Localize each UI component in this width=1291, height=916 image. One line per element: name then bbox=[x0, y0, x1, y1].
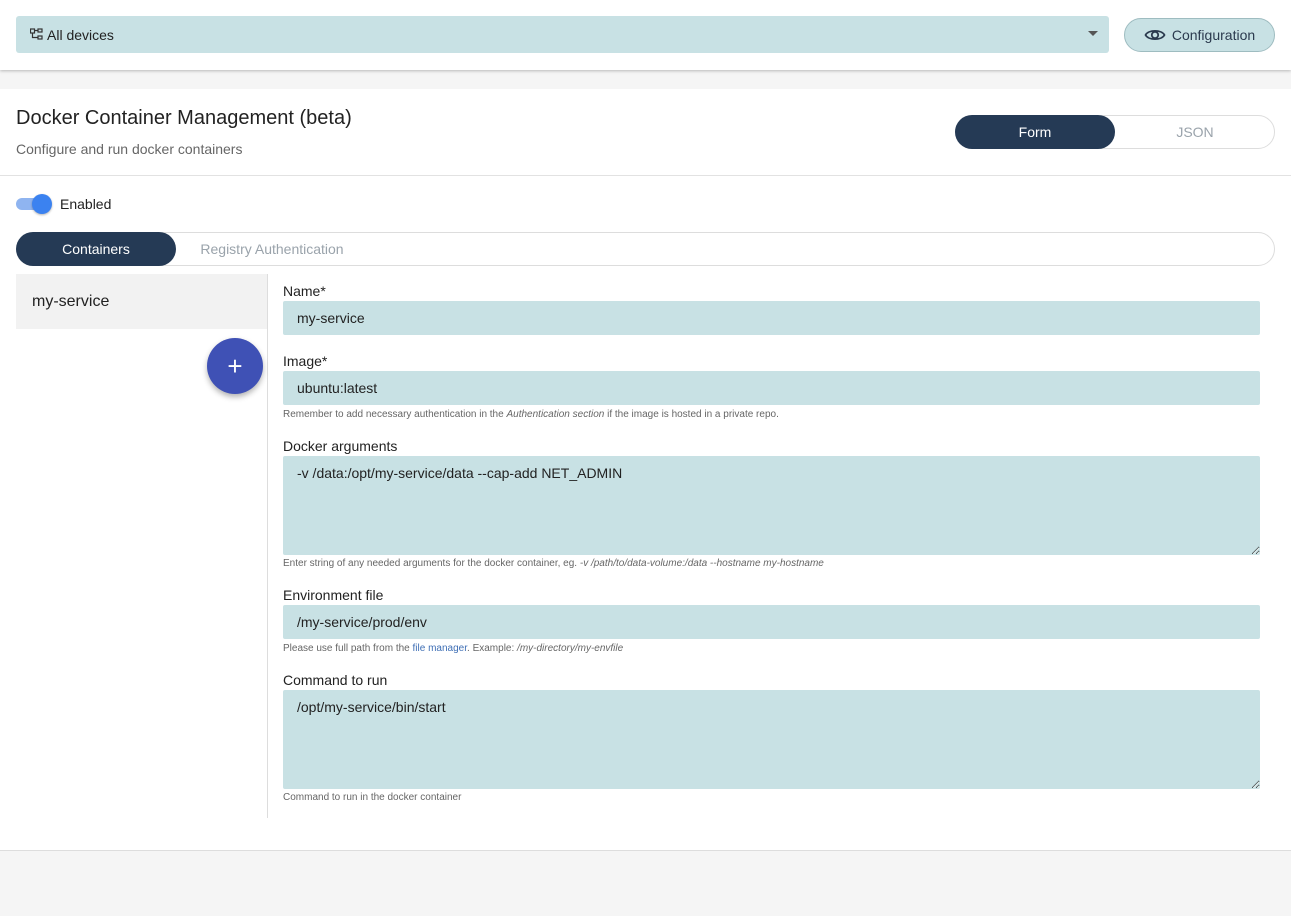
device-select-label: All devices bbox=[47, 26, 114, 43]
tab-registry-authentication[interactable]: Registry Authentication bbox=[176, 232, 368, 266]
name-label: Name* bbox=[283, 283, 326, 299]
eye-icon bbox=[1144, 29, 1166, 41]
docker-args-label: Docker arguments bbox=[283, 438, 398, 454]
configuration-label: Configuration bbox=[1171, 27, 1256, 43]
page-subtitle: Configure and run docker containers bbox=[16, 141, 243, 157]
image-label: Image* bbox=[283, 353, 328, 369]
docker-args-textarea[interactable]: -v /data:/opt/my-service/data --cap-add … bbox=[283, 456, 1260, 555]
command-textarea[interactable]: /opt/my-service/bin/start bbox=[283, 690, 1260, 789]
enabled-row: Enabled bbox=[16, 194, 111, 214]
enabled-toggle[interactable] bbox=[16, 194, 52, 214]
chevron-down-icon bbox=[1088, 31, 1098, 36]
env-file-input[interactable] bbox=[283, 605, 1260, 639]
container-list: my-service + bbox=[16, 274, 268, 818]
device-tree-icon bbox=[29, 28, 43, 41]
docker-args-hint: Enter string of any needed arguments for… bbox=[283, 558, 824, 569]
command-hint: Command to run in the docker container bbox=[283, 792, 462, 803]
mode-json-button[interactable]: JSON bbox=[1115, 115, 1275, 149]
plus-icon: + bbox=[227, 351, 243, 381]
add-container-button[interactable]: + bbox=[207, 338, 263, 394]
device-select[interactable]: All devices bbox=[16, 16, 1109, 53]
file-manager-link[interactable]: file manager bbox=[413, 643, 467, 654]
name-input[interactable] bbox=[283, 301, 1260, 335]
command-label: Command to run bbox=[283, 672, 388, 688]
header-divider bbox=[0, 175, 1291, 176]
toggle-thumb bbox=[32, 194, 52, 214]
image-input[interactable] bbox=[283, 371, 1260, 405]
container-item-my-service[interactable]: my-service bbox=[16, 274, 267, 329]
image-hint: Remember to add necessary authentication… bbox=[283, 409, 779, 420]
tab-containers[interactable]: Containers bbox=[16, 232, 176, 266]
mode-form-button[interactable]: Form bbox=[955, 115, 1115, 149]
env-file-label: Environment file bbox=[283, 587, 384, 603]
section-tabs: Containers Registry Authentication bbox=[16, 232, 1275, 266]
docker-card: Docker Container Management (beta) Confi… bbox=[0, 89, 1291, 851]
configuration-button[interactable]: Configuration bbox=[1124, 18, 1275, 52]
top-bar: All devices Configuration bbox=[0, 0, 1291, 70]
enabled-label: Enabled bbox=[60, 196, 112, 212]
env-file-hint: Please use full path from the file manag… bbox=[283, 643, 624, 654]
mode-toggle: Form JSON bbox=[955, 115, 1275, 149]
page-title: Docker Container Management (beta) bbox=[16, 107, 352, 129]
